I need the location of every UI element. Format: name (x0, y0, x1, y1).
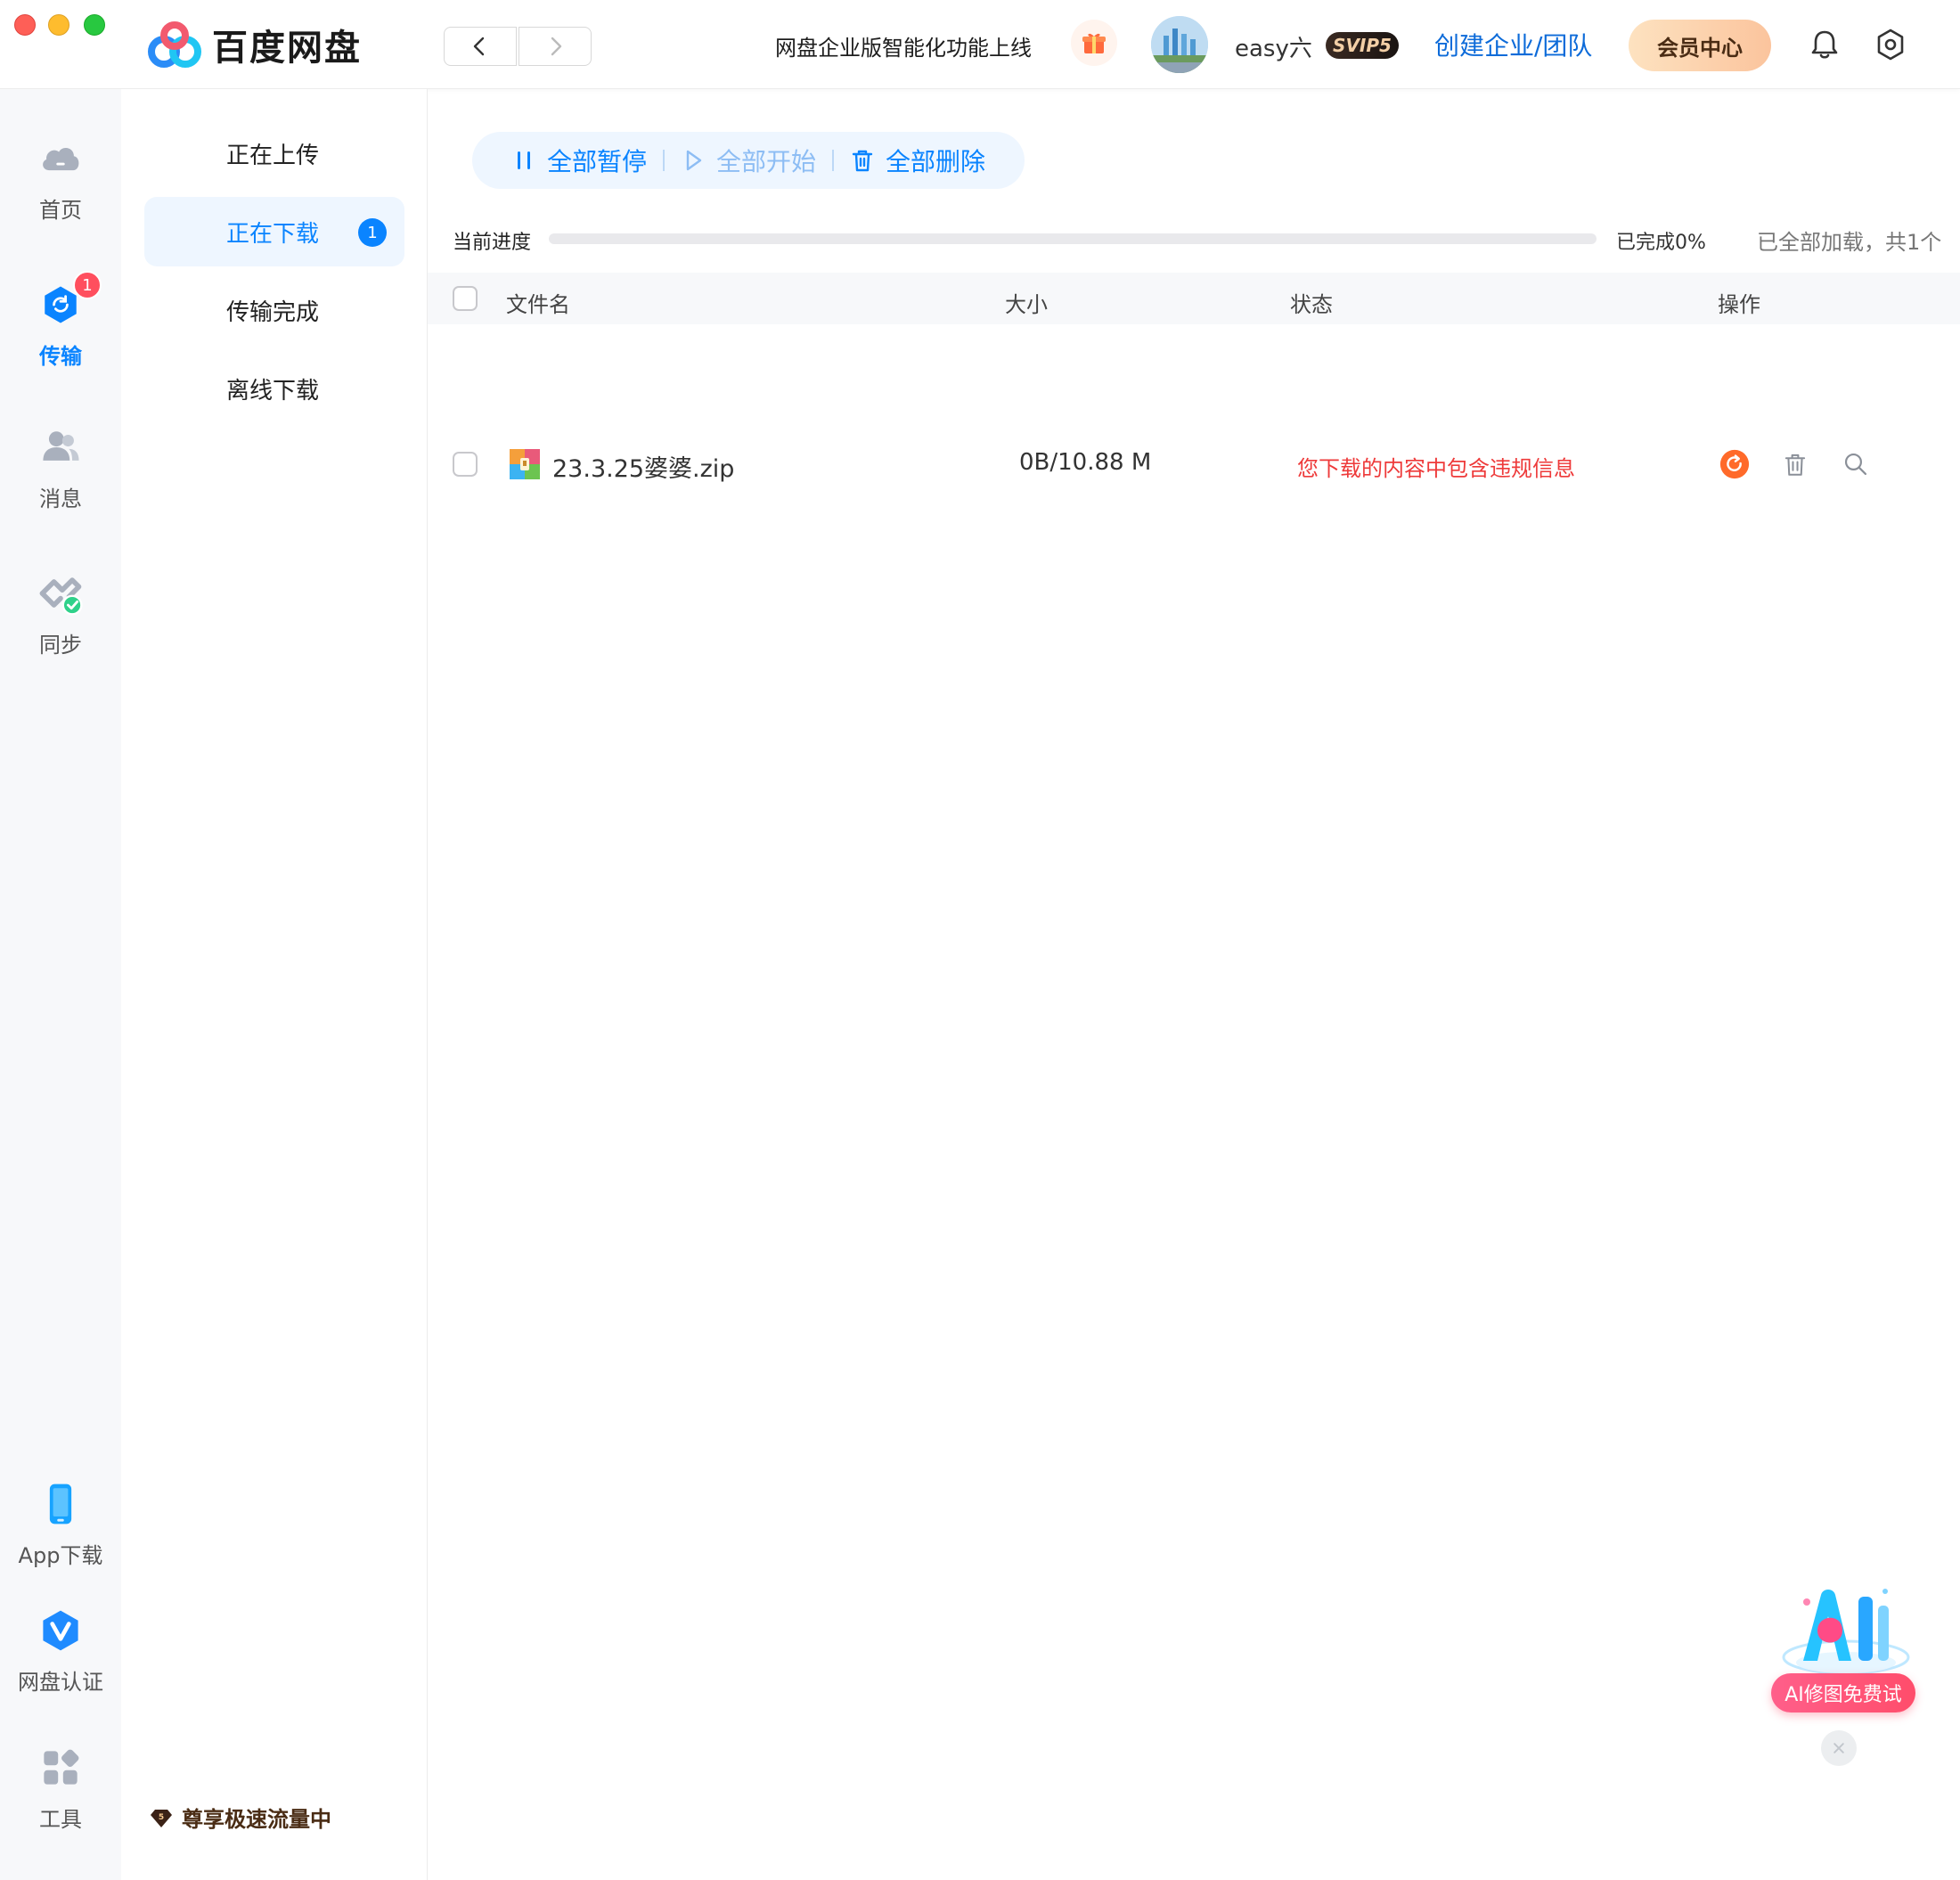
speed-status[interactable]: 5 尊享极速流量中 (150, 1802, 331, 1833)
file-name[interactable]: 23.3.25婆婆.zip (552, 449, 734, 484)
nav-home-label: 首页 (39, 198, 82, 223)
progress-percent: 已完成0% (1616, 232, 1706, 254)
column-header-size[interactable]: 大小 (1005, 287, 1048, 318)
delete-all-button[interactable]: 全部删除 (834, 143, 1001, 178)
main-nav-rail: 首页 1 传输 消息 同步 App下载 网盘认证 工具 (0, 89, 121, 1880)
file-status: 您下载的内容中包含违规信息 (1297, 456, 1575, 481)
diamond-icon: 5 (151, 1809, 172, 1827)
pause-all-label: 全部暂停 (547, 147, 648, 176)
chevron-left-icon (473, 37, 485, 56)
chevron-right-icon (551, 37, 562, 56)
nav-messages[interactable]: 消息 (0, 421, 121, 512)
retry-icon (1719, 449, 1750, 479)
nav-tools-label: 工具 (39, 1807, 82, 1832)
ai-3d-logo-icon (1782, 1589, 1910, 1675)
grid-tools-icon (44, 1749, 79, 1785)
app-name: 百度网盘 (212, 28, 362, 69)
select-all-checkbox[interactable] (453, 286, 478, 311)
gift-button[interactable] (1071, 20, 1117, 66)
subnav-uploading[interactable]: 正在上传 (144, 119, 404, 188)
bell-icon[interactable] (1807, 27, 1842, 62)
row-checkbox[interactable] (453, 452, 478, 477)
trash-icon (1784, 454, 1806, 476)
start-all-button[interactable]: 全部开始 (665, 143, 832, 178)
play-icon (686, 150, 702, 171)
minimize-window-button[interactable] (48, 14, 69, 36)
column-header-status: 状态 (1290, 292, 1333, 317)
retry-button[interactable] (1718, 447, 1752, 481)
ai-promo-label: AI修图免费试 (1771, 1673, 1915, 1712)
nav-transfer[interactable]: 1 传输 (0, 271, 121, 370)
ai-promo-widget[interactable]: AI修图免费试 (1771, 1575, 1923, 1714)
close-ai-widget-button[interactable] (1821, 1730, 1857, 1766)
delete-all-label: 全部删除 (886, 147, 986, 176)
svg-text:5: 5 (159, 1813, 164, 1822)
vip-level-badge[interactable]: SVIP5 (1326, 32, 1399, 59)
file-size: 0B/10.88 M (1019, 449, 1152, 476)
nav-messages-label: 消息 (39, 486, 82, 511)
title-bar: 百度网盘 网盘企业版智能化功能上线 easy六 SVIP5 创建企业/团队 会员… (0, 0, 1960, 89)
nav-verify-label: 网盘认证 (18, 1670, 103, 1695)
sync-icon (39, 577, 83, 616)
locate-file-button[interactable] (1839, 447, 1873, 481)
subnav-completed[interactable]: 传输完成 (144, 275, 404, 345)
overall-progress-bar (549, 233, 1597, 244)
delete-row-button[interactable] (1778, 447, 1812, 481)
start-all-label: 全部开始 (716, 147, 817, 176)
progress-label: 当前进度 (453, 232, 532, 254)
subnav-downloading[interactable]: 正在下载 1 (144, 197, 404, 266)
verified-v-icon (43, 1610, 78, 1651)
close-window-button[interactable] (14, 14, 36, 36)
gift-icon (1082, 33, 1106, 53)
nav-sync-label: 同步 (39, 633, 82, 658)
transfer-subnav: 正在上传 正在下载 1 传输完成 离线下载 5 尊享极速流量中 (121, 89, 428, 1880)
app-logo: 百度网盘 (144, 20, 362, 69)
loaded-count: 已全部加载，共1个 (1757, 230, 1942, 255)
phone-icon (49, 1484, 72, 1524)
zip-file-icon (510, 449, 540, 479)
nav-sync[interactable]: 同步 (0, 567, 121, 658)
column-header-filename[interactable]: 文件名 (506, 287, 570, 318)
nav-verify[interactable]: 网盘认证 (0, 1604, 121, 1696)
cloud-icon (43, 147, 79, 171)
downloading-count-badge: 1 (358, 218, 387, 247)
create-team-link[interactable]: 创建企业/团队 (1434, 27, 1592, 62)
close-icon (1833, 1743, 1844, 1753)
subnav-downloading-label: 正在下载 (226, 220, 320, 248)
column-header-actions: 操作 (1718, 292, 1760, 317)
avatar-image (1151, 16, 1208, 73)
nav-app-download[interactable]: App下载 (0, 1477, 121, 1569)
batch-toolbar: 全部暂停 全部开始 全部删除 (472, 132, 1025, 189)
user-avatar[interactable] (1151, 16, 1208, 73)
back-button[interactable] (444, 27, 517, 66)
people-icon (43, 431, 79, 461)
member-center-button[interactable]: 会员中心 (1629, 20, 1771, 71)
pause-icon (518, 151, 530, 169)
forward-button[interactable] (519, 27, 592, 66)
download-list-panel: 全部暂停 全部开始 全部删除 当前进度 已完成0% 已全部加载，共1个 文件名 … (428, 89, 1960, 1880)
search-icon (1844, 453, 1867, 476)
trash-icon (852, 150, 873, 172)
transfer-count-badge: 1 (73, 271, 102, 299)
nav-tools[interactable]: 工具 (0, 1741, 121, 1833)
speed-status-label: 尊享极速流量中 (182, 1807, 331, 1832)
table-header: 文件名 大小 状态 操作 (428, 273, 1960, 324)
promo-banner-link[interactable]: 网盘企业版智能化功能上线 (775, 30, 1032, 61)
subnav-offline[interactable]: 离线下载 (144, 354, 404, 423)
settings-icon[interactable] (1873, 27, 1908, 62)
zoom-window-button[interactable] (84, 14, 105, 36)
nav-transfer-label: 传输 (39, 344, 82, 369)
table-row[interactable]: 23.3.25婆婆.zip 0B/10.88 M 您下载的内容中包含违规信息 (428, 433, 1960, 495)
nav-app-download-label: App下载 (18, 1543, 103, 1568)
cloud-logo-icon (148, 21, 201, 68)
username[interactable]: easy六 (1235, 30, 1312, 63)
nav-home[interactable]: 首页 (0, 132, 121, 224)
pause-all-button[interactable]: 全部暂停 (495, 143, 663, 178)
